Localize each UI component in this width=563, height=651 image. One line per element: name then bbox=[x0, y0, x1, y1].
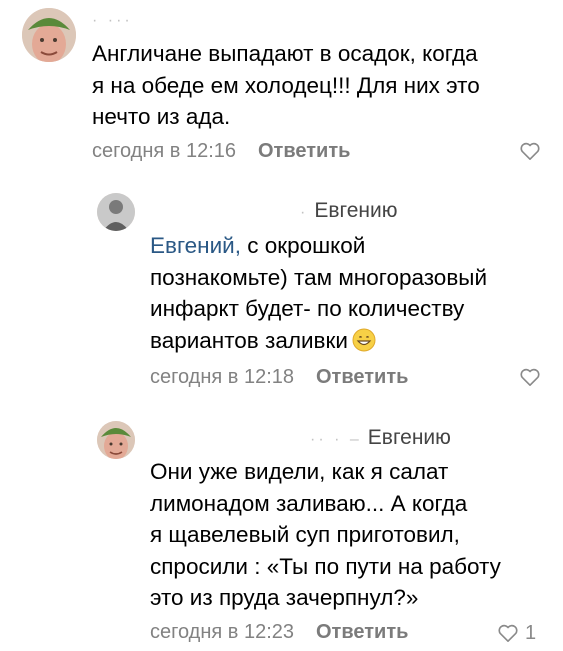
like-button[interactable] bbox=[519, 367, 541, 387]
avatar[interactable] bbox=[22, 8, 76, 62]
timestamp: сегодня в 12:23 bbox=[150, 621, 294, 643]
comment-line: это из пруда зачерпнул?» bbox=[150, 585, 419, 610]
comment-meta: сегодня в 12:23 Ответить bbox=[150, 620, 408, 644]
comment-line: Они уже видели, как я салат bbox=[150, 459, 449, 484]
author-name-blurred: · ··· bbox=[92, 12, 133, 29]
comment-line: нечто из ада. bbox=[92, 104, 231, 129]
comment-text: Евгений, с окрошкой познакомьте) там мно… bbox=[150, 230, 487, 356]
author-name-blurred: ·· · – bbox=[310, 431, 362, 448]
timestamp: сегодня в 12:16 bbox=[92, 140, 236, 162]
reply-to-label: Евгению bbox=[367, 426, 451, 449]
green-hat-man-avatar-icon bbox=[97, 421, 135, 459]
timestamp: сегодня в 12:18 bbox=[150, 366, 294, 388]
like-button[interactable]: 1 bbox=[497, 621, 536, 645]
grinning-face-emoji-icon bbox=[352, 328, 376, 351]
comment-line: познакомьте) там многоразовый bbox=[150, 264, 488, 290]
heart-outline-icon bbox=[520, 142, 540, 160]
comment-author[interactable]: ·· · – Евгению bbox=[150, 425, 451, 453]
comment-line: инфаркт будет- по количеству bbox=[150, 296, 465, 321]
comment-line: спросили : «Ты по пути на работу bbox=[150, 553, 501, 579]
green-hat-man-avatar-icon bbox=[22, 8, 76, 62]
comment-line-text: вариантов заливки bbox=[150, 327, 348, 353]
mention-link[interactable]: Евгений, bbox=[150, 233, 241, 258]
like-count: 1 bbox=[525, 622, 537, 644]
heart-outline-icon bbox=[498, 624, 518, 642]
comment-text: Англичане выпадают в осадок, когда я на … bbox=[92, 38, 480, 133]
comment-author[interactable]: · ··· bbox=[92, 6, 139, 34]
comment-line: я на обеде ем холодец!!! Для них это bbox=[92, 72, 480, 98]
like-button[interactable] bbox=[519, 141, 541, 161]
comment-text: Они уже видели, как я салат лимонадом за… bbox=[150, 456, 501, 614]
reply-button[interactable]: Ответить bbox=[258, 140, 350, 162]
avatar[interactable] bbox=[97, 193, 135, 231]
comment-meta: сегодня в 12:18 Ответить bbox=[150, 365, 408, 389]
author-name-blurred: · bbox=[300, 204, 309, 221]
heart-outline-icon bbox=[520, 368, 540, 386]
comment-line-rest: с окрошкой bbox=[241, 233, 366, 258]
comment-meta: сегодня в 12:16 Ответить bbox=[92, 139, 350, 163]
comment-author[interactable]: · Евгению bbox=[150, 198, 397, 226]
avatar[interactable] bbox=[97, 421, 135, 459]
comment-line: Евгений, с окрошкой bbox=[150, 230, 487, 262]
comment-line: я щавелевый суп приготовил, bbox=[150, 522, 460, 547]
grey-photo-avatar-icon bbox=[97, 193, 135, 231]
reply-button[interactable]: Ответить bbox=[316, 621, 408, 643]
reply-button[interactable]: Ответить bbox=[316, 366, 408, 388]
comment-line: лимонадом заливаю... А когда bbox=[150, 490, 468, 516]
comment-line: вариантов заливки bbox=[150, 325, 487, 357]
reply-to-label: Евгению bbox=[314, 199, 398, 222]
comment-line: Англичане выпадают в осадок, когда bbox=[92, 41, 478, 66]
